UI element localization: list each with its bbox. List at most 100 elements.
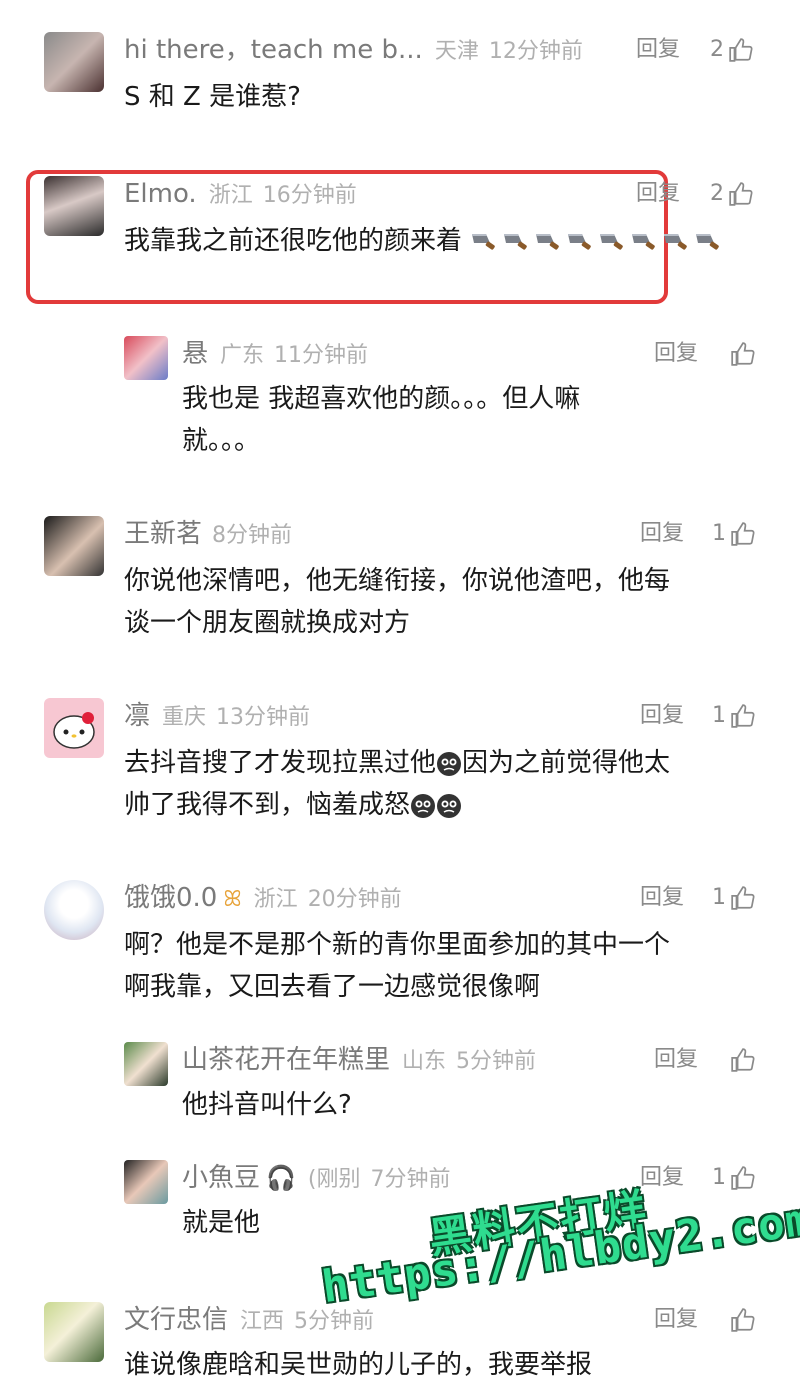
cleaver-emoji-icon <box>696 233 720 250</box>
avatar[interactable] <box>44 516 104 576</box>
thumbs-up-icon <box>731 342 755 366</box>
location: (刚别 <box>307 1167 361 1192</box>
cleaver-emoji-icon <box>472 233 496 250</box>
timestamp: 12分钟前 <box>488 39 583 64</box>
location: 重庆 <box>162 705 207 730</box>
avatar[interactable] <box>124 336 168 380</box>
timestamp: 13分钟前 <box>216 705 311 730</box>
timestamp: 7分钟前 <box>370 1167 451 1192</box>
like-button[interactable]: 1 <box>712 698 756 734</box>
location: 天津 <box>434 39 479 64</box>
location: 山东 <box>402 1049 447 1074</box>
comment-text: 我也是 我超喜欢他的颜。。。但人嘛 就。。。 <box>182 378 580 462</box>
comment-line-2: 啊我靠，又回去看了一边感觉很像啊 <box>124 972 541 1002</box>
comment-line-1: 我也是 我超喜欢他的颜。。。但人嘛 <box>182 384 581 414</box>
comment-text: 我靠我之前还很吃他的颜来着 <box>124 220 744 262</box>
reply-button[interactable]: 回复 <box>654 1042 698 1078</box>
like-button[interactable]: 1 <box>712 880 756 916</box>
comment-text: 就是他 <box>182 1208 261 1238</box>
cleaver-emoji-icon <box>536 233 560 250</box>
thumbs-up-icon <box>731 1048 755 1072</box>
username[interactable]: Elmo. <box>124 179 197 209</box>
thumbs-up-icon <box>729 182 753 206</box>
cleaver-emoji-icon <box>632 233 656 250</box>
username[interactable]: 悬 <box>182 339 208 369</box>
comment-text-main: 我靠我之前还很吃他的颜来着 <box>124 226 463 256</box>
comment-line-1: 你说他深情吧，他无缝衔接，你说他渣吧，他每 <box>124 566 671 596</box>
comment-text: S 和 Z 是谁惹? <box>124 82 301 112</box>
avatar[interactable] <box>44 32 104 92</box>
like-button[interactable]: 2 <box>710 32 754 68</box>
like-count: 1 <box>712 521 726 546</box>
comment-text: 谁说像鹿晗和吴世勋的儿子的，我要举报 <box>124 1350 593 1380</box>
like-count: 1 <box>712 885 726 910</box>
cleaver-emoji-row <box>470 226 726 256</box>
username[interactable]: 王新茗 <box>124 519 202 549</box>
hello-kitty-icon <box>53 712 95 749</box>
reply-button[interactable]: 回复 <box>640 1160 684 1196</box>
timestamp: 5分钟前 <box>294 1309 375 1334</box>
location: 浙江 <box>208 183 253 208</box>
timestamp: 11分钟前 <box>274 343 369 368</box>
like-count: 2 <box>710 37 724 62</box>
reply-button[interactable]: 回复 <box>654 336 698 372</box>
thumbs-up-icon <box>731 704 755 728</box>
location: 江西 <box>240 1309 285 1334</box>
reply-button[interactable]: 回复 <box>636 32 680 68</box>
username[interactable]: 饿饿0.0 <box>124 883 217 913</box>
crying-face-emoji-icon <box>437 751 462 776</box>
avatar[interactable] <box>124 1042 168 1086</box>
like-button[interactable]: 1 <box>712 516 756 552</box>
crying-face-emoji-icon <box>411 793 436 818</box>
reply-button[interactable]: 回复 <box>654 1302 698 1338</box>
like-button[interactable]: 1 <box>712 1160 756 1196</box>
username[interactable]: 凛 <box>124 701 150 731</box>
username[interactable]: 山茶花开在年糕里 <box>182 1045 390 1075</box>
avatar[interactable] <box>44 880 104 940</box>
comment-text: 他抖音叫什么? <box>182 1090 352 1120</box>
thumbs-up-icon <box>731 1166 755 1190</box>
cleaver-emoji-icon <box>664 233 688 250</box>
avatar[interactable] <box>44 1302 104 1362</box>
comment-text: 去抖音搜了才发现拉黑过他 因为之前觉得他太 帅了我得不到，恼羞成怒 <box>124 742 670 826</box>
timestamp: 20分钟前 <box>307 887 402 912</box>
like-button[interactable]: 2 <box>710 176 754 212</box>
cleaver-emoji-icon <box>600 233 624 250</box>
reply-button[interactable]: 回复 <box>640 880 684 916</box>
username[interactable]: 文行忠信 <box>124 1305 228 1335</box>
reply-button[interactable]: 回复 <box>640 698 684 734</box>
comment-line-2: 帅了我得不到，恼羞成怒 <box>124 790 411 820</box>
comment-line-2: 谈一个朋友圈就换成对方 <box>124 608 411 638</box>
avatar[interactable] <box>124 1160 168 1204</box>
avatar[interactable] <box>44 176 104 236</box>
cleaver-emoji-icon <box>568 233 592 250</box>
like-button[interactable] <box>730 1042 756 1078</box>
comment-text: 啊？他是不是那个新的青你里面参加的其中一个 啊我靠，又回去看了一边感觉很像啊 <box>124 924 670 1008</box>
like-count: 2 <box>710 181 724 206</box>
like-count: 1 <box>712 1165 726 1190</box>
like-button[interactable] <box>730 1302 756 1338</box>
timestamp: 5分钟前 <box>456 1049 537 1074</box>
timestamp: 16分钟前 <box>262 183 357 208</box>
like-button[interactable] <box>730 336 756 372</box>
thumbs-up-icon <box>729 38 753 62</box>
headphones-icon: 🎧 <box>266 1164 296 1192</box>
crying-face-emoji-icon <box>437 793 462 818</box>
comment-line-1a: 去抖音搜了才发现拉黑过他 <box>124 748 437 778</box>
comment-line-2: 就。。。 <box>182 426 261 456</box>
reply-button[interactable]: 回复 <box>640 516 684 552</box>
comment-line-1b: 因为之前觉得他太 <box>462 748 671 778</box>
location: 浙江 <box>253 887 298 912</box>
thumbs-up-icon <box>731 886 755 910</box>
location: 广东 <box>220 343 265 368</box>
cleaver-emoji-icon <box>504 233 528 250</box>
thumbs-up-icon <box>731 522 755 546</box>
thumbs-up-icon <box>731 1308 755 1332</box>
comment-line-1: 啊？他是不是那个新的青你里面参加的其中一个 <box>124 930 671 960</box>
timestamp: 8分钟前 <box>212 523 293 548</box>
username[interactable]: hi there，teach me b... <box>124 35 423 65</box>
reply-button[interactable]: 回复 <box>636 176 680 212</box>
avatar[interactable] <box>44 698 104 758</box>
like-count: 1 <box>712 703 726 728</box>
username[interactable]: 小魚豆 <box>182 1163 260 1193</box>
